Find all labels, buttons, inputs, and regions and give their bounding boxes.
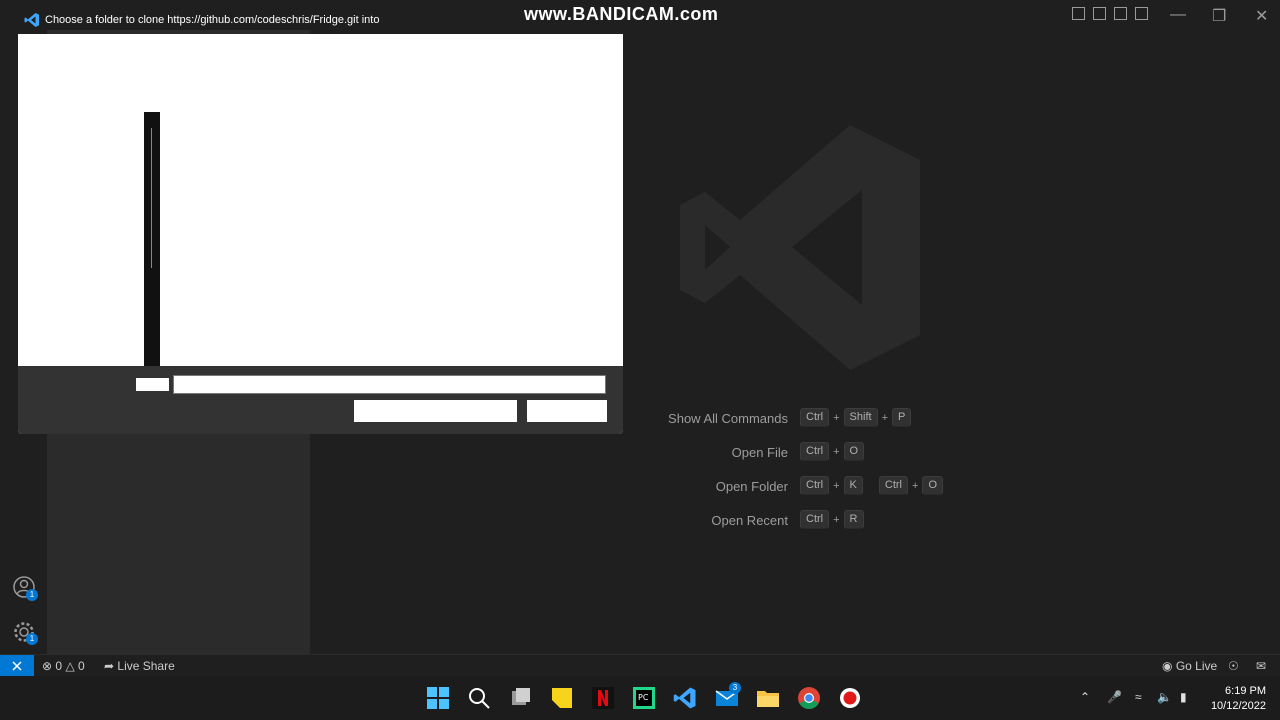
pycharm-icon[interactable]: PC xyxy=(632,686,656,710)
warning-count: 0 xyxy=(78,659,85,673)
shortcut-label: Open File xyxy=(731,445,788,460)
status-bar: ⊗ 0 △ 0 ➦ Live Share ◉ Go Live ☉ ✉ xyxy=(0,654,1280,677)
minimize-button[interactable]: — xyxy=(1170,6,1186,24)
key: O xyxy=(922,476,943,495)
clock-time: 6:19 PM xyxy=(1225,685,1266,697)
vscode-watermark-logo xyxy=(680,125,920,370)
layout-controls xyxy=(1072,7,1148,20)
title-bar: Choose a folder to clone https://github.… xyxy=(0,0,1280,30)
error-icon: ⊗ xyxy=(42,659,53,673)
live-share-label: Live Share xyxy=(117,659,175,673)
scrollbar-thumb[interactable] xyxy=(151,128,152,268)
chevron-up-icon[interactable]: ⌃ xyxy=(1080,690,1090,704)
key: K xyxy=(843,476,863,495)
error-count: 0 xyxy=(55,659,63,673)
remote-indicator[interactable] xyxy=(0,655,34,677)
key: O xyxy=(843,442,865,461)
dialog-title: Choose a folder to clone https://github.… xyxy=(45,14,380,26)
navigation-pane-scrollbar[interactable] xyxy=(144,112,160,366)
restore-button[interactable]: ❐ xyxy=(1212,6,1226,26)
shortcut-row[interactable]: Open Folder Ctrl + K Ctrl + O xyxy=(600,476,960,510)
folder-input[interactable] xyxy=(173,375,606,394)
svg-text:PC: PC xyxy=(638,693,649,702)
key: Ctrl xyxy=(800,510,830,529)
record-icon[interactable] xyxy=(838,686,862,710)
mail-badge: 3 xyxy=(729,682,741,694)
problems-indicator[interactable]: ⊗ 0 △ 0 xyxy=(42,659,85,673)
shortcut-row[interactable]: Open Recent Ctrl + R xyxy=(600,510,960,544)
taskbar: PC 3 ⌃ 🎤 ≈ 🔈 ▮ 6:19 PM 10/12/2022 xyxy=(0,676,1280,720)
sticky-notes-icon[interactable] xyxy=(550,686,574,710)
go-live-label: Go Live xyxy=(1175,659,1218,673)
shortcut-row[interactable]: Show All Commands Ctrl + Shift + P xyxy=(600,408,960,442)
welcome-shortcuts: Show All Commands Ctrl + Shift + P Open Fi… xyxy=(600,408,960,544)
shortcut-label: Show All Commands xyxy=(668,411,788,426)
volume-icon[interactable]: 🔈 xyxy=(1157,690,1172,704)
netflix-icon[interactable] xyxy=(591,686,615,710)
cancel-button[interactable] xyxy=(527,400,607,422)
key: Ctrl xyxy=(800,408,830,427)
task-view-icon[interactable] xyxy=(509,686,533,710)
clock-date: 10/12/2022 xyxy=(1210,700,1266,712)
settings-badge: 1 xyxy=(26,633,38,645)
search-icon[interactable] xyxy=(467,686,491,710)
customize-layout-icon[interactable] xyxy=(1135,7,1148,20)
close-button[interactable]: ✕ xyxy=(1255,6,1268,26)
select-folder-button[interactable] xyxy=(354,400,517,422)
key: Ctrl xyxy=(878,476,908,495)
toggle-panel-icon[interactable] xyxy=(1093,7,1106,20)
go-live-button[interactable]: ◉ Go Live xyxy=(1162,659,1217,673)
vscode-taskbar-icon[interactable] xyxy=(673,686,697,710)
windows-start-icon[interactable] xyxy=(426,686,450,710)
chrome-icon[interactable] xyxy=(797,686,821,710)
key: P xyxy=(892,408,912,427)
folder-label xyxy=(136,378,169,391)
notifications-icon[interactable]: ✉ xyxy=(1256,659,1266,673)
wifi-icon[interactable]: ≈ xyxy=(1135,690,1142,704)
key: Ctrl xyxy=(800,442,830,461)
toggle-sidebar-icon[interactable] xyxy=(1072,7,1085,20)
key: Ctrl xyxy=(800,476,830,495)
key: Shift xyxy=(843,408,878,427)
system-clock[interactable]: 6:19 PM 10/12/2022 xyxy=(1211,684,1266,714)
folder-picker-dialog xyxy=(18,34,623,434)
shortcut-row[interactable]: Open File Ctrl + O xyxy=(600,442,960,476)
remote-icon xyxy=(12,661,22,671)
vscode-icon xyxy=(24,13,39,27)
battery-icon[interactable]: ▮ xyxy=(1180,690,1187,704)
warning-icon: △ xyxy=(65,659,75,673)
microphone-icon[interactable]: 🎤 xyxy=(1107,690,1122,704)
shortcut-label: Open Folder xyxy=(715,479,788,494)
shortcut-label: Open Recent xyxy=(711,513,788,528)
broadcast-icon: ◉ xyxy=(1162,659,1173,673)
feedback-icon[interactable]: ☉ xyxy=(1228,659,1239,673)
file-explorer-icon[interactable] xyxy=(756,686,780,710)
toggle-secondary-sidebar-icon[interactable] xyxy=(1114,7,1127,20)
live-share-icon: ➦ xyxy=(104,659,115,673)
key: R xyxy=(843,510,864,529)
bandicam-watermark: www.BANDICAM.com xyxy=(524,4,719,24)
accounts-badge: 1 xyxy=(26,589,38,601)
live-share-button[interactable]: ➦ Live Share xyxy=(104,659,175,673)
dialog-footer xyxy=(18,366,623,434)
